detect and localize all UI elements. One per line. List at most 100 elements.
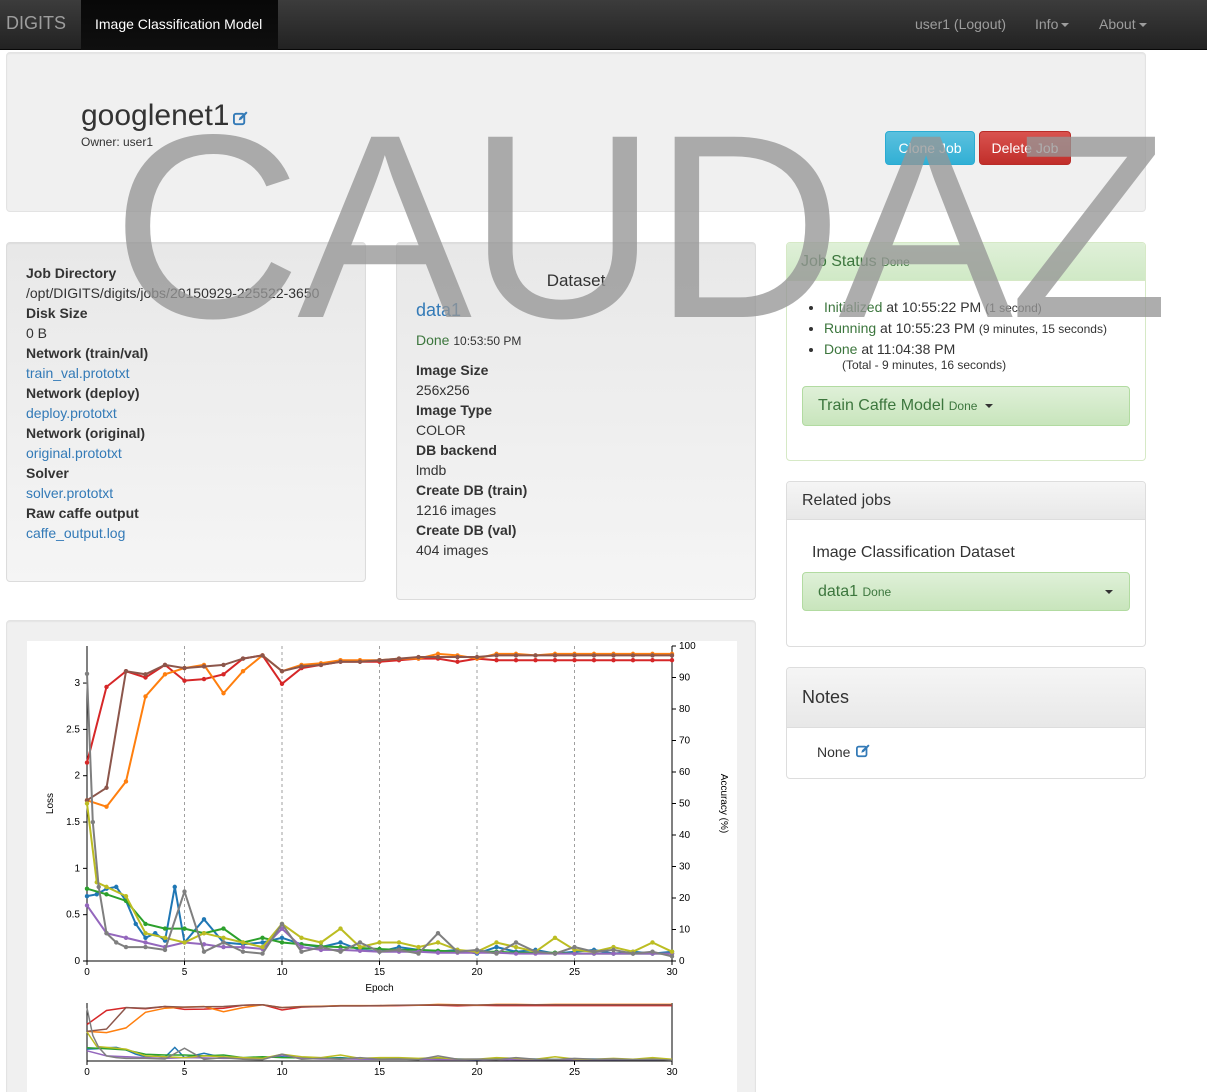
series-point-2 (104, 785, 109, 790)
series-point-0 (533, 657, 538, 663)
nav-tab-image-classification-model[interactable]: Image Classification Model (81, 0, 278, 50)
series-point-6 (104, 884, 109, 890)
series-point-3 (143, 935, 148, 941)
series-point-5 (513, 951, 519, 956)
delete-job-button[interactable]: Delete Job (979, 131, 1071, 165)
series-point-7 (114, 940, 119, 945)
network-trainval-link[interactable]: train_val.prototxt (26, 363, 319, 383)
series-point-6 (162, 935, 168, 941)
clone-job-button[interactable]: Clone Job (885, 131, 975, 165)
series-point-7 (591, 949, 597, 954)
series-point-6 (143, 931, 148, 936)
x-tick-label: 20 (471, 967, 483, 978)
brand-logo[interactable]: DIGITS (6, 13, 66, 34)
series-point-7 (123, 944, 129, 950)
series-point-0 (104, 684, 109, 690)
series-point-7 (96, 884, 101, 890)
series-point-2 (279, 669, 285, 674)
job-status-badge: Done (881, 255, 910, 269)
series-point-6 (84, 801, 90, 806)
train-caffe-model-dropdown[interactable]: Train Caffe Model Done (802, 386, 1130, 426)
series-point-0 (513, 657, 519, 663)
dataset-status: Done 10:53:50 PM (416, 332, 521, 348)
edit-icon[interactable] (233, 111, 248, 126)
series-point-3 (494, 944, 499, 950)
about-dropdown[interactable]: About (1099, 16, 1147, 32)
network-trainval-label: Network (train/val) (26, 345, 149, 361)
raw-output-link[interactable]: caffe_output.log (26, 523, 319, 543)
related-jobs-subheading: Image Classification Dataset (812, 544, 1015, 561)
network-deploy-link[interactable]: deploy.prototxt (26, 403, 319, 423)
series-point-2 (299, 664, 304, 669)
solver-link[interactable]: solver.prototxt (26, 483, 319, 503)
series-point-1 (162, 672, 168, 677)
notes-heading: Notes (787, 668, 1145, 728)
job-status-title: Job Status (801, 253, 877, 270)
overview-x-tick-label: 20 (471, 1067, 483, 1078)
y-tick-label: 2.5 (66, 724, 80, 735)
series-point-7 (533, 949, 538, 954)
series-point-2 (611, 653, 616, 658)
related-dataset-dropdown[interactable]: data1 Done (802, 572, 1130, 611)
series-point-3 (338, 940, 343, 945)
related-job-name: data1 (818, 583, 859, 600)
series-point-7 (669, 954, 675, 959)
x-tick-label: 15 (374, 967, 386, 978)
series-point-7 (240, 949, 246, 954)
series-point-0 (84, 760, 90, 765)
series-point-2 (669, 653, 675, 658)
series-point-6 (182, 940, 187, 945)
series-point-7 (650, 949, 655, 954)
series-point-0 (650, 657, 655, 663)
series-point-6 (669, 949, 675, 954)
related-jobs-heading: Related jobs (787, 482, 1145, 520)
series-point-2 (240, 656, 246, 661)
series-point-4 (279, 940, 285, 945)
series-point-2 (650, 653, 655, 658)
image-size-label: Image Size (416, 362, 489, 378)
series-point-7 (90, 819, 96, 825)
series-point-7 (260, 951, 265, 956)
status-time: at 10:55:23 PM (876, 320, 979, 336)
y2-tick-label: 40 (679, 830, 691, 841)
create-db-val-label: Create DB (val) (416, 522, 517, 538)
overview-x-tick-label: 30 (666, 1067, 678, 1078)
series-point-3 (201, 917, 207, 922)
dataset-heading: Dataset (546, 271, 606, 290)
job-status-panel: Job Status Done Initialized at 10:55:22 … (786, 242, 1146, 461)
network-original-link[interactable]: original.prototxt (26, 443, 319, 463)
series-point-7 (572, 944, 577, 950)
series-point-7 (552, 951, 558, 956)
job-directory-label: Job Directory (26, 265, 117, 281)
job-status-heading: Job Status Done (787, 243, 1145, 281)
related-jobs-panel: Related jobs Image Classification Datase… (786, 481, 1146, 647)
series-point-4 (221, 926, 226, 931)
info-dropdown[interactable]: Info (1035, 16, 1070, 32)
series-point-0 (494, 657, 499, 663)
x-tick-label: 25 (569, 967, 581, 978)
series-point-5 (143, 940, 148, 945)
overview-x-tick-label: 15 (374, 1067, 386, 1078)
status-duration: (1 second) (985, 301, 1042, 315)
series-point-0 (455, 659, 460, 664)
series-point-3 (279, 935, 285, 941)
status-item-done: Done at 11:04:38 PM (824, 339, 1107, 360)
y2-tick-label: 30 (679, 862, 691, 873)
series-point-2 (221, 662, 226, 668)
logout-link[interactable]: user1 (Logout) (915, 16, 1006, 32)
series-point-2 (435, 654, 441, 660)
network-deploy-label: Network (deploy) (26, 385, 140, 401)
dataset-link[interactable]: data1 (416, 300, 461, 321)
image-type-value: COLOR (416, 422, 466, 438)
series-point-6 (123, 893, 129, 899)
series-point-2 (182, 665, 187, 671)
overview-x-tick-label: 10 (276, 1067, 288, 1078)
status-state: Running (824, 320, 877, 336)
series-point-4 (162, 926, 168, 931)
edit-icon[interactable] (856, 744, 870, 758)
dataset-status-time: 10:53:50 PM (453, 334, 522, 348)
y-tick-label: 3 (74, 678, 80, 689)
series-point-7 (279, 921, 285, 927)
y2-tick-label: 10 (679, 925, 691, 936)
image-size-value: 256x256 (416, 382, 470, 398)
